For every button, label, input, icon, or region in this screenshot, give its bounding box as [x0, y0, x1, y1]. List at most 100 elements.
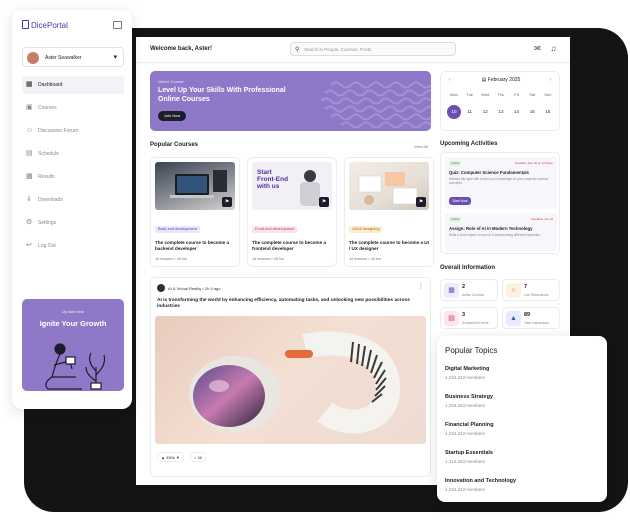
weekday: Sat	[529, 92, 536, 97]
activity-item[interactable]: Article Deadline Jan 18 Assign: Role of …	[445, 213, 557, 251]
join-now-button[interactable]: Join Now	[158, 111, 186, 121]
activity-title: Assign: Role of AI in Modern Technology	[449, 226, 533, 231]
calendar-widget: ‹ ▤ February 2025 › Mon Tue Wed Thu Fri …	[440, 71, 560, 131]
overview-value: 3	[462, 312, 466, 318]
overview-card[interactable]: ▦ 2 Active Courses	[440, 279, 498, 301]
search-icon: ⚲	[295, 47, 300, 53]
topic-item[interactable]: Innovation and Technology 1,234,343 memb…	[445, 478, 516, 492]
calendar-date[interactable]: 14	[510, 105, 524, 119]
overview-card[interactable]: ○ 7 Live Discussions	[502, 279, 560, 301]
course-card[interactable]: ⚑ Back-end development The complete cour…	[150, 157, 240, 267]
calendar-date[interactable]: 16	[541, 105, 555, 119]
course-card[interactable]: Start Front-End with us ⚑ Front-end deve…	[247, 157, 337, 267]
course-title: The complete course to become a backend …	[155, 240, 230, 251]
chat-icon: ○	[506, 283, 521, 298]
comment-button[interactable]: ○ 36	[189, 452, 206, 462]
calendar-date[interactable]: 15	[525, 105, 539, 119]
sidebar: DicePortal Aster Seawalker ▾ ▦ Dashboard…	[12, 10, 132, 409]
calendar-date[interactable]: 11	[463, 105, 477, 119]
course-meta: 16 lessons • 48 hrs	[252, 257, 285, 261]
topic-name: Innovation and Technology	[445, 478, 517, 484]
results-icon: ▩	[26, 173, 33, 180]
calendar-date-selected[interactable]: 10	[447, 105, 461, 119]
app-logo: DicePortal	[22, 20, 68, 30]
overview-value: 2	[462, 284, 466, 290]
book-icon: ▦	[444, 283, 459, 298]
sidebar-toggle-icon[interactable]	[113, 21, 122, 29]
topic-item[interactable]: Digital Marketing 1,234,343 members	[445, 366, 489, 380]
sidebar-item-settings[interactable]: ⚙ Settings	[22, 214, 124, 232]
sidebar-item-discussion-forum[interactable]: ☺ Discussion Forum	[22, 122, 124, 140]
weekday: Wed	[481, 92, 490, 97]
topic-members: 1,234,343 members	[445, 403, 486, 408]
topic-item[interactable]: Financial Planning 1,234,343 members	[445, 422, 494, 436]
welcome-text: Welcome back, Aster!	[150, 46, 213, 52]
course-category: Front-end development	[252, 226, 298, 233]
course-meta: 16 lessons • 48 hrs	[155, 257, 188, 261]
activity-title: Quiz: Computer Science Fundamentals	[449, 170, 529, 175]
thumbs-up-icon: ▲	[506, 311, 521, 326]
thumbs-up-icon: ▲	[161, 455, 165, 460]
growth-promo-card[interactable]: Up skill now! Ignite Your Growth	[22, 299, 124, 391]
sidebar-item-downloads[interactable]: ⇓ Downloads	[22, 191, 124, 209]
calendar-date[interactable]: 13	[494, 105, 508, 119]
overview-label: Scheduled Events	[462, 321, 489, 325]
promo-title: Ignite Your Growth	[39, 319, 107, 328]
like-button[interactable]: ▲ 390k ▼	[157, 452, 184, 462]
bookmark-icon[interactable]: ⚑	[416, 197, 426, 207]
topic-item[interactable]: Startup Essentials 1,314,343 members	[445, 450, 493, 464]
topic-members: 1,234,343 members	[445, 375, 486, 380]
sidebar-item-courses[interactable]: ▣ Courses	[22, 99, 124, 117]
inbox-icon[interactable]: ✉	[532, 43, 543, 54]
overview-card[interactable]: ▤ 3 Scheduled Events	[440, 307, 498, 329]
overview-value: 89	[524, 312, 531, 318]
thumbs-down-icon: ▼	[175, 455, 180, 460]
topic-name: Startup Essentials	[445, 450, 493, 456]
activity-item[interactable]: Article Deadline Feb 20 at 10:30am Quiz:…	[445, 157, 557, 209]
course-title: The complete course to become a UI / UX …	[349, 240, 429, 251]
sidebar-item-log-out[interactable]: ↩ Log Out	[22, 237, 124, 255]
topic-item[interactable]: Business Strategy 1,234,343 members	[445, 394, 493, 408]
popular-topics-card: Popular Topics Digital Marketing 1,234,3…	[437, 336, 607, 502]
bookmark-icon[interactable]: ⚑	[222, 197, 232, 207]
sidebar-item-schedule[interactable]: ▤ Schedule	[22, 145, 124, 163]
reading-person-illustration	[45, 343, 106, 390]
view-all-link[interactable]: View All	[414, 144, 428, 149]
post-stats: ▲ 390k ▼ ○ 36	[157, 452, 206, 462]
weekday: Tue	[466, 92, 474, 97]
activity-label: Article	[449, 217, 462, 222]
promo-kicker: Up skill now!	[61, 309, 85, 314]
post-image[interactable]	[155, 316, 426, 444]
comment-icon: ○	[193, 455, 197, 460]
start-now-button[interactable]: Start Now	[449, 197, 471, 205]
overview-card[interactable]: ▲ 89 Total Interactions	[502, 307, 560, 329]
event-icon: ▤	[444, 311, 459, 326]
search-placeholder: Search in People, Courses, Posts	[304, 47, 372, 52]
sidebar-item-dashboard[interactable]: ▦ Dashboard	[22, 76, 124, 94]
course-card[interactable]: ⚑ UI/UX designing The complete course to…	[344, 157, 434, 267]
search-input[interactable]: ⚲ Search in People, Courses, Posts	[290, 42, 456, 56]
topic-members: 1,314,343 members	[445, 459, 486, 464]
wave-pattern	[321, 81, 431, 129]
dashboard-icon: ▦	[26, 81, 33, 88]
weekday: Thu	[497, 92, 505, 97]
user-selector[interactable]: Aster Seawalker ▾	[22, 47, 124, 67]
more-options-icon[interactable]: ⋮	[418, 283, 424, 290]
course-thumbnail: ⚑	[155, 162, 235, 210]
bell-icon[interactable]: ♫	[548, 43, 559, 54]
bookmark-icon[interactable]: ⚑	[319, 197, 329, 207]
sidebar-item-results[interactable]: ▩ Results	[22, 168, 124, 186]
weekday: Fri	[514, 92, 519, 97]
logo-icon	[22, 20, 29, 29]
overall-information-title: Overall Information	[440, 265, 496, 271]
banner-tag: Online Course	[158, 79, 184, 84]
course-title: The complete course to become a frontend…	[252, 240, 327, 251]
chevron-right-icon[interactable]: ›	[549, 77, 551, 83]
avatar	[157, 284, 165, 292]
calendar-date[interactable]: 12	[478, 105, 492, 119]
gear-icon: ⚙	[26, 219, 33, 226]
weekday: Sun	[544, 92, 552, 97]
calendar-icon: ▤	[481, 77, 487, 83]
logout-icon: ↩	[26, 242, 32, 249]
overview-label: Live Discussions	[524, 293, 549, 297]
